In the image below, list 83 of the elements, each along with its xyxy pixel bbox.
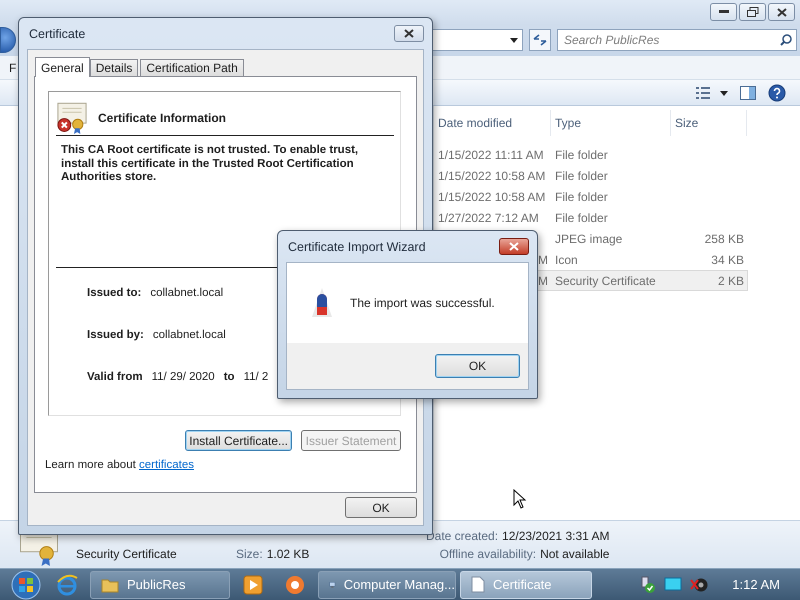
section-heading: Certificate Information (98, 110, 226, 124)
clock[interactable]: 1:12 AM (732, 577, 780, 592)
type-cell-text: Security Certificate (554, 274, 657, 288)
field-label: to (224, 370, 235, 382)
file-type-text: Security Certificate (76, 546, 178, 560)
app-icon[interactable] (285, 574, 305, 594)
certificate-seal-icon (311, 287, 333, 319)
type-cell-text: File folder (554, 168, 609, 182)
view-options-icon (696, 86, 728, 98)
type-cell-text: File folder (554, 148, 609, 162)
close-button[interactable] (768, 3, 795, 21)
search-field[interactable]: Search PublicRes (557, 29, 797, 51)
field-value: 11/ 29/ 2020 (152, 370, 215, 382)
taskbar-button[interactable]: Computer Manag... (318, 570, 456, 598)
restore-icon (746, 7, 758, 17)
field-value: 11/ 2 (244, 370, 268, 382)
restore-button[interactable] (739, 3, 766, 21)
close-icon (776, 8, 786, 16)
date-cell-text: M (537, 252, 549, 266)
install-button[interactable]: Install Certificate... (185, 430, 292, 451)
file-row[interactable]: 1/15/2022 10:58 AM File folder (434, 186, 748, 207)
learn-more-text: Learn more about certificates (45, 459, 195, 471)
detail-value: Not available (540, 546, 610, 560)
refresh-icon (533, 34, 547, 46)
document-icon (471, 576, 485, 593)
type-cell-text: Icon (554, 252, 579, 266)
size-cell-text: 2 KB (716, 274, 745, 288)
media-player-icon[interactable] (243, 574, 263, 594)
ok-button[interactable]: OK (435, 354, 520, 378)
close-button[interactable] (499, 238, 529, 255)
trust-message: This CA Root certificate is not trusted. To enable trust, install this certificate in the Trusted Root Certification Authorities store. (61, 144, 360, 184)
preview-pane-icon (740, 86, 756, 100)
minimize-button[interactable] (710, 3, 737, 21)
detail-label: Size: (236, 546, 264, 560)
size-cell-text: 34 KB (710, 252, 745, 266)
window-title: Certificate (29, 26, 86, 40)
column-header[interactable]: Date modified (434, 110, 551, 136)
browser-icon[interactable] (56, 574, 78, 596)
column-header[interactable]: Type (551, 110, 671, 136)
tab[interactable]: General (35, 57, 90, 77)
detail-value: 12/23/2021 3:31 AM (502, 528, 610, 542)
file-row[interactable]: 1/15/2022 10:58 AM File folder (434, 165, 748, 186)
back-button[interactable] (0, 27, 16, 53)
search-icon (780, 34, 792, 46)
column-header[interactable]: Size (671, 110, 747, 136)
tab[interactable]: Details (90, 59, 138, 77)
detail-label: Offline availability: (440, 546, 538, 560)
type-cell-text: File folder (554, 190, 609, 204)
certificates-link[interactable]: certificates (139, 459, 194, 471)
refresh-button[interactable] (529, 29, 551, 51)
folder-icon (101, 576, 119, 592)
window-title: Certificate Import Wizard (288, 240, 426, 254)
field-value: collabnet.local (152, 328, 226, 340)
detail-value: 1.02 KB (266, 546, 310, 560)
success-message: The import was successful. (350, 296, 495, 310)
field-value: collabnet.local (150, 286, 224, 298)
field-label: Issued by: (87, 328, 144, 340)
field-label: Valid from (87, 370, 143, 382)
tab[interactable]: Certification Path (140, 59, 244, 77)
date-cell-text: 1/15/2022 11:11 AM (437, 148, 545, 162)
minimize-icon (718, 10, 728, 14)
date-cell-text: 1/15/2022 10:58 AM (437, 168, 546, 182)
help-icon (768, 84, 786, 102)
ok-button[interactable]: OK (345, 497, 417, 518)
menu-item[interactable]: F (9, 60, 16, 74)
date-cell-text: 1/15/2022 10:58 AM (437, 190, 546, 204)
dropdown-arrow-icon (510, 38, 518, 42)
taskbar-button[interactable]: PublicRes (90, 570, 230, 598)
blocked-icon (690, 576, 708, 594)
certificate-icon (56, 102, 88, 134)
close-icon (509, 242, 519, 251)
file-row[interactable]: 1/15/2022 11:11 AM File folder (434, 144, 748, 165)
field-label: Issued to: (87, 286, 142, 298)
size-cell-text: 258 KB (704, 232, 745, 246)
date-cell-text: 1/27/2022 7:12 AM (437, 210, 540, 224)
cursor-icon (513, 489, 527, 509)
close-button[interactable] (394, 25, 424, 42)
date-cell-text: M (537, 274, 549, 288)
type-cell-text: File folder (554, 210, 609, 224)
type-cell-text: JPEG image (554, 232, 624, 246)
close-icon (404, 29, 414, 38)
file-row[interactable]: 1/27/2022 7:12 AM File folder (434, 207, 748, 228)
screen-icon (664, 576, 682, 592)
